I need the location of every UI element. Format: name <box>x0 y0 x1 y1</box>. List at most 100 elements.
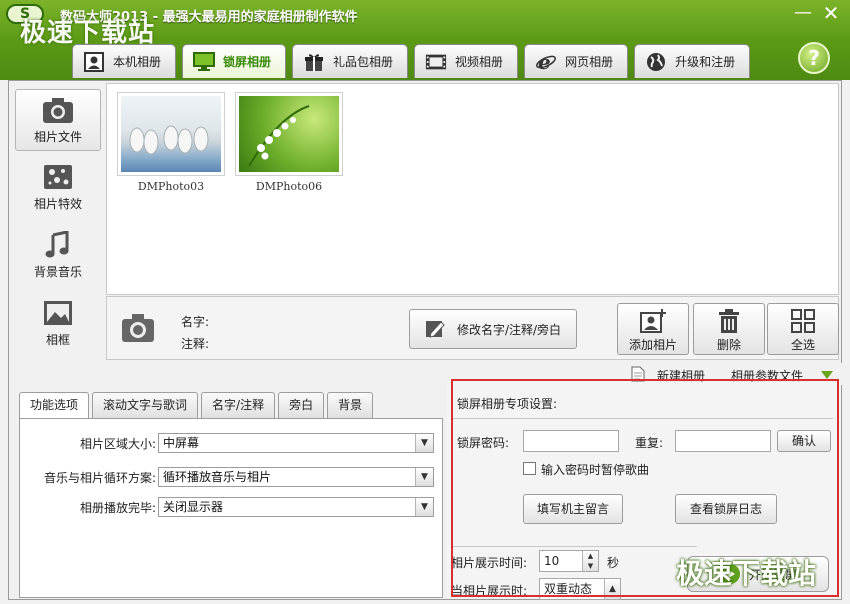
frame-icon <box>44 301 72 325</box>
photo-area-size-label: 相片区域大小: <box>79 437 156 451</box>
trash-icon <box>719 309 739 333</box>
nav-item-background-music[interactable]: 背景音乐 <box>15 225 101 287</box>
photo-thumbnail[interactable] <box>235 92 343 176</box>
spinner-icon[interactable]: ▲ ▼ <box>582 551 598 571</box>
repeat-label: 重复: <box>635 436 664 450</box>
option-tab-bar: 功能选项 滚动文字与歌词 名字/注释 旁白 背景 <box>19 392 374 419</box>
add-photo-icon <box>640 309 666 333</box>
nav-label: 相片文件 <box>33 130 82 144</box>
nav-label: 背景音乐 <box>33 265 82 279</box>
tab-label: 视频相册 <box>455 55 504 69</box>
minimize-button[interactable]: — <box>792 3 814 23</box>
pause-music-label: 输入密码时暂停歌曲 <box>541 463 650 477</box>
film-icon <box>425 51 447 73</box>
person-frame-icon <box>83 51 105 73</box>
select-all-label: 全选 <box>790 338 815 352</box>
nav-label: 相片特效 <box>33 197 82 211</box>
loop-scheme-label: 音乐与相片循环方案: <box>43 471 156 485</box>
nav-label: 相框 <box>45 333 70 347</box>
confirm-button[interactable]: 确认 <box>777 430 831 452</box>
divider <box>453 418 833 419</box>
tab-web-album[interactable]: e 网页相册 <box>524 44 629 78</box>
photo-area-size-select[interactable]: 中屏幕 ▼ <box>158 433 434 453</box>
grid-icon <box>791 309 815 333</box>
repeat-password-input[interactable] <box>675 430 771 452</box>
globe-icon <box>645 51 667 73</box>
tab-label: 网页相册 <box>565 55 614 69</box>
effects-icon <box>44 165 72 189</box>
add-photo-button[interactable]: 添加相片 <box>617 303 689 355</box>
close-button[interactable]: ✕ <box>820 3 842 23</box>
nav-item-photo-effects[interactable]: 相片特效 <box>15 157 101 219</box>
new-file-icon <box>631 366 645 382</box>
tab-lock-screen-album[interactable]: 锁屏相册 <box>182 44 287 78</box>
monitor-icon <box>193 51 216 73</box>
note-label: 注释: <box>181 337 210 351</box>
tab-background[interactable]: 背景 <box>327 392 374 418</box>
tab-upgrade-register[interactable]: 升级和注册 <box>634 44 751 78</box>
divider <box>451 546 697 547</box>
playback-finish-label: 相册播放完毕: <box>79 501 156 515</box>
photo-name: DMPhoto03 <box>137 180 205 193</box>
tab-name-note[interactable]: 名字/注释 <box>201 392 276 418</box>
tab-gift-album[interactable]: 礼品包相册 <box>292 44 409 78</box>
name-label: 名字: <box>181 315 210 329</box>
chevron-down-icon: ▼ <box>415 468 433 486</box>
tab-label: 礼品包相册 <box>333 55 394 69</box>
tab-narration[interactable]: 旁白 <box>278 392 325 418</box>
content-area: 相片文件 相片特效 背景音乐 相框 DMPhoto03 DMPhoto06 名字… <box>8 80 843 600</box>
photo-thumbnail[interactable] <box>117 92 225 176</box>
chevron-up-icon: ▲ <box>604 579 620 599</box>
select-value: 中屏幕 <box>163 436 200 450</box>
password-label: 锁屏密码: <box>457 436 510 450</box>
chevron-down-icon: ▼ <box>415 498 433 516</box>
tab-video-album[interactable]: 视频相册 <box>414 44 519 78</box>
help-button[interactable]: ? <box>798 42 830 74</box>
camera-icon <box>43 98 73 123</box>
seconds-unit: 秒 <box>607 556 620 570</box>
loop-scheme-select[interactable]: 循环播放音乐与相片 ▼ <box>158 467 434 487</box>
display-time-label: 相片展示时间: <box>451 556 528 570</box>
select-all-button[interactable]: 全选 <box>767 303 839 355</box>
app-window: S 数码大师2013 - 最强大最易用的家庭相册制作软件 — ✕ 极速下载站 本… <box>0 0 850 604</box>
delete-button[interactable]: 删除 <box>693 303 765 355</box>
edit-icon <box>425 321 445 338</box>
chevron-down-icon: ▼ <box>415 434 433 452</box>
nav-item-photo-files[interactable]: 相片文件 <box>15 89 101 151</box>
main-tab-bar: 本机相册 锁屏相册 礼品包相册 视频相册 e 网页相册 升级和注册 <box>72 44 751 78</box>
lock-settings-title: 锁屏相册专项设置: <box>457 397 558 411</box>
playback-finish-select[interactable]: 关闭显示器 ▼ <box>158 497 434 517</box>
tab-local-album[interactable]: 本机相册 <box>72 44 177 78</box>
transition-select[interactable]: 双重动态 ▲ <box>539 578 621 600</box>
tab-label: 本机相册 <box>113 55 162 69</box>
function-options-panel: 相片区域大小: 中屏幕 ▼ 音乐与相片循环方案: 循环播放音乐与相片 ▼ 相册播… <box>19 418 443 598</box>
add-photo-label: 添加相片 <box>628 338 677 352</box>
transition-label: 当相片展示时: <box>451 584 528 598</box>
lily-of-valley-image <box>248 105 310 167</box>
camera-icon <box>122 314 154 342</box>
edit-name-note-button[interactable]: 修改名字/注释/旁白 <box>409 309 577 349</box>
display-time-input[interactable]: 10 ▲ ▼ <box>539 550 599 572</box>
edit-button-label: 修改名字/注释/旁白 <box>456 322 562 337</box>
photo-list[interactable]: DMPhoto03 DMPhoto06 <box>106 83 839 295</box>
select-value: 循环播放音乐与相片 <box>163 470 272 484</box>
tab-scroll-text-lyrics[interactable]: 滚动文字与歌词 <box>92 392 199 418</box>
gift-icon <box>303 51 325 73</box>
left-nav: 相片文件 相片特效 背景音乐 相框 <box>11 83 105 359</box>
nav-item-photo-frame[interactable]: 相框 <box>15 293 101 355</box>
photo-image <box>239 96 339 172</box>
chevron-down-icon[interactable] <box>821 371 833 379</box>
owner-message-button[interactable]: 填写机主留言 <box>523 494 623 524</box>
watermark-bottom-right: 极速下载站 <box>676 557 817 590</box>
delete-label: 删除 <box>716 338 741 352</box>
photo-info-bar: 名字: 注释: 修改名字/注释/旁白 添加相片 删除 全选 <box>106 296 839 360</box>
photo-name: DMPhoto06 <box>255 180 323 193</box>
tab-function-options[interactable]: 功能选项 <box>19 392 90 419</box>
view-lock-log-button[interactable]: 查看锁屏日志 <box>675 494 777 524</box>
lock-password-input[interactable] <box>523 430 619 452</box>
tab-label: 锁屏相册 <box>223 55 272 69</box>
baby-shoes-image <box>129 125 209 155</box>
pause-music-checkbox[interactable] <box>523 462 536 475</box>
photo-image <box>121 96 221 172</box>
ie-icon: e <box>535 51 557 73</box>
